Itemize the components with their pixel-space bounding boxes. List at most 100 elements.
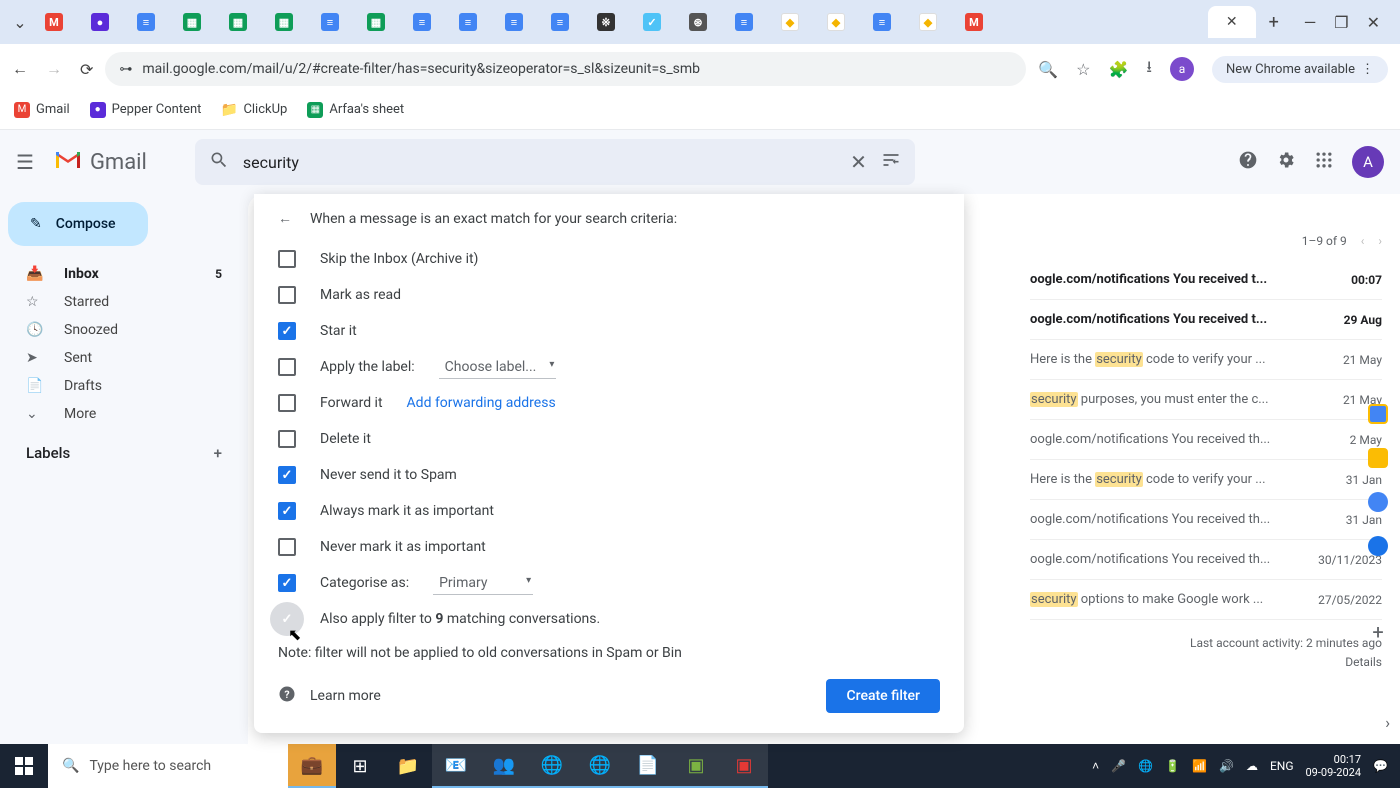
keep-icon[interactable] <box>1368 448 1388 468</box>
app-explorer[interactable]: 📁 <box>384 744 432 788</box>
sidebar-item-sent[interactable]: ➤Sent <box>8 344 240 372</box>
browser-tab[interactable]: M <box>952 6 996 38</box>
browser-tab[interactable]: ▦ <box>262 6 306 38</box>
browser-tab[interactable]: ≡ <box>400 6 444 38</box>
lang-indicator[interactable]: ENG <box>1270 759 1294 773</box>
browser-tab[interactable]: M <box>32 6 76 38</box>
add-label-icon[interactable]: + <box>214 444 222 462</box>
mail-row[interactable]: oogle.com/notifications You received t..… <box>1030 300 1382 340</box>
back-arrow-icon[interactable]: ← <box>278 210 292 227</box>
mail-row[interactable]: oogle.com/notifications You received t..… <box>1030 260 1382 300</box>
search-icon[interactable] <box>209 150 229 174</box>
chk-mark-read[interactable] <box>278 286 296 304</box>
tray-chevron-icon[interactable]: ˄ <box>1092 759 1099 773</box>
next-page-icon[interactable]: › <box>1378 234 1382 248</box>
search-icon[interactable]: 🔍 <box>1038 60 1058 79</box>
mail-row[interactable]: security purposes, you must enter the c.… <box>1030 380 1382 420</box>
side-panel-toggle-icon[interactable]: › <box>1385 713 1390 732</box>
downloads-icon[interactable]: ⭳ <box>1146 56 1152 83</box>
app-word[interactable]: 📄 <box>624 744 672 788</box>
new-chrome-button[interactable]: New Chrome available ⋮ <box>1212 56 1388 83</box>
globe-icon[interactable]: 🌐 <box>1138 759 1153 773</box>
label-dropdown[interactable]: Choose label... <box>439 356 557 379</box>
calendar-icon[interactable] <box>1368 404 1388 424</box>
profile-avatar[interactable]: a <box>1170 57 1194 81</box>
chk-delete[interactable] <box>278 430 296 448</box>
add-forwarding-link[interactable]: Add forwarding address <box>407 395 556 411</box>
help-icon[interactable] <box>1238 150 1258 174</box>
prev-page-icon[interactable]: ‹ <box>1361 234 1365 248</box>
chk-star-it[interactable] <box>278 322 296 340</box>
settings-icon[interactable] <box>1276 150 1296 174</box>
browser-tab[interactable]: ≡ <box>722 6 766 38</box>
sidebar-item-inbox[interactable]: 📥Inbox5 <box>8 260 240 288</box>
browser-tab[interactable]: ◆ <box>768 6 812 38</box>
app-camtasia1[interactable]: ▣ <box>672 744 720 788</box>
mail-row[interactable]: Here is the security code to verify your… <box>1030 460 1382 500</box>
mail-row[interactable]: Here is the security code to verify your… <box>1030 340 1382 380</box>
learn-more-link[interactable]: Learn more <box>310 688 381 704</box>
browser-tab[interactable]: ● <box>78 6 122 38</box>
start-button[interactable] <box>0 744 48 788</box>
show-side-panel-icon[interactable]: + <box>1372 620 1383 644</box>
site-info-icon[interactable]: ⊶ <box>119 62 132 77</box>
sidebar-item-snoozed[interactable]: 🕓Snoozed <box>8 316 240 344</box>
sidebar-item-drafts[interactable]: 📄Drafts <box>8 372 240 400</box>
browser-tab[interactable]: ✓ <box>630 6 674 38</box>
browser-tab[interactable]: ≡ <box>124 6 168 38</box>
bookmark-star-icon[interactable]: ☆ <box>1076 60 1090 79</box>
browser-tab[interactable]: ≡ <box>492 6 536 38</box>
mail-row[interactable]: oogle.com/notifications You received th.… <box>1030 540 1382 580</box>
chk-apply-label[interactable] <box>278 358 296 376</box>
notifications-icon[interactable]: 💬 <box>1373 759 1388 773</box>
browser-tab[interactable]: ▦ <box>216 6 260 38</box>
mic-icon[interactable]: 🎤 <box>1111 759 1126 773</box>
forward-icon[interactable]: → <box>46 59 62 79</box>
bookmark-item[interactable]: MGmail <box>14 102 70 118</box>
bookmark-item[interactable]: 📁ClickUp <box>221 102 287 118</box>
hamburger-icon[interactable]: ☰ <box>16 150 34 174</box>
bookmark-item[interactable]: ▦Arfaa's sheet <box>307 102 404 118</box>
extensions-icon[interactable]: 🧩 <box>1108 60 1128 79</box>
app-camtasia2[interactable]: ▣ <box>720 744 768 788</box>
chk-skip-inbox[interactable] <box>278 250 296 268</box>
chk-categorise[interactable] <box>278 574 296 592</box>
browser-tab[interactable]: ≡ <box>538 6 582 38</box>
browser-tab[interactable]: ≡ <box>446 6 490 38</box>
chk-never-spam[interactable] <box>278 466 296 484</box>
app-taskview[interactable]: ⊞ <box>336 744 384 788</box>
browser-tab[interactable]: ≡ <box>860 6 904 38</box>
chk-forward[interactable] <box>278 394 296 412</box>
tabs-dropdown-icon[interactable]: ⌄ <box>8 13 32 32</box>
close-window-icon[interactable]: ✕ <box>1367 13 1380 32</box>
sidebar-item-starred[interactable]: ☆Starred <box>8 288 240 316</box>
new-tab-button[interactable]: + <box>1256 12 1292 33</box>
contacts-icon[interactable] <box>1368 536 1388 556</box>
mail-row[interactable]: security options to make Google work ...… <box>1030 580 1382 620</box>
onedrive-icon[interactable]: ☁ <box>1246 759 1258 773</box>
sidebar-item-more[interactable]: ⌄More <box>8 400 240 428</box>
taskbar-search[interactable]: 🔍 Type here to search <box>48 744 288 788</box>
mail-row[interactable]: oogle.com/notifications You received th.… <box>1030 420 1382 460</box>
app-chrome2[interactable]: 🌐 <box>576 744 624 788</box>
search-input[interactable] <box>243 153 836 172</box>
chk-always-important[interactable] <box>278 502 296 520</box>
browser-tab[interactable]: ⊛ <box>676 6 720 38</box>
back-icon[interactable]: ← <box>12 59 28 79</box>
app-briefcase[interactable]: 💼 <box>288 744 336 788</box>
close-icon[interactable]: ✕ <box>1226 14 1238 30</box>
help-icon[interactable]: ? <box>278 685 296 707</box>
active-tab[interactable]: ✕ <box>1208 6 1256 38</box>
details-link[interactable]: Details <box>1030 653 1382 672</box>
browser-tab[interactable]: ※ <box>584 6 628 38</box>
compose-button[interactable]: ✎ Compose <box>8 202 148 246</box>
app-teams[interactable]: 👥 <box>480 744 528 788</box>
app-outlook[interactable]: 📧 <box>432 744 480 788</box>
clear-search-icon[interactable]: ✕ <box>850 150 867 174</box>
create-filter-button[interactable]: Create filter <box>826 679 940 713</box>
wifi-icon[interactable]: 📶 <box>1192 759 1207 773</box>
browser-tab[interactable]: ≡ <box>308 6 352 38</box>
category-dropdown[interactable]: Primary <box>433 572 533 595</box>
browser-tab[interactable]: ◆ <box>906 6 950 38</box>
gmail-logo[interactable]: Gmail <box>54 147 147 177</box>
